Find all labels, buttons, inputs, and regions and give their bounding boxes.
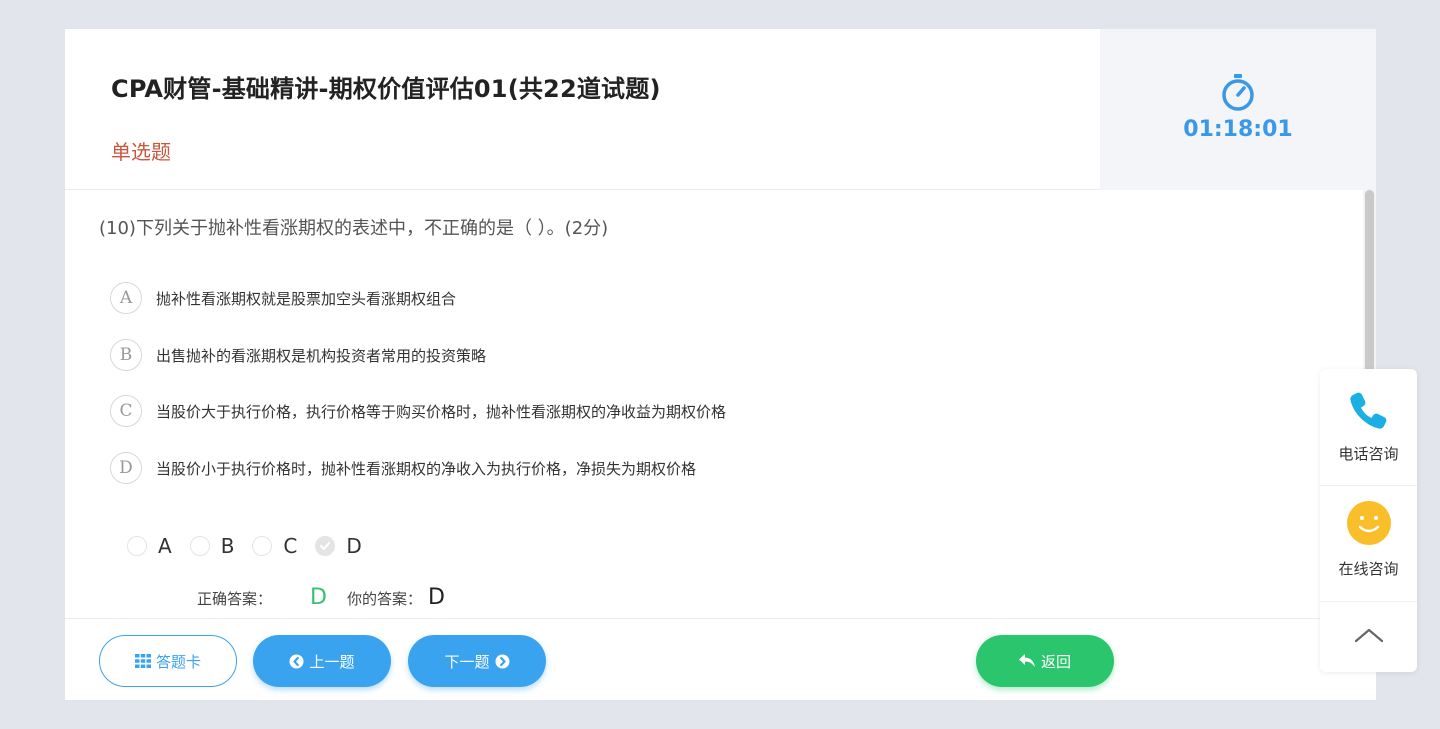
answer-card-label: 答题卡 [155,652,201,671]
option-c: C 当股价大于执行价格，执行价格等于购买价格时，抛补性看涨期权的净收益为期权价格 [110,395,726,427]
option-d: D 当股价小于执行价格时，抛补性看涨期权的净收入为执行价格，净损失为期权价格 [110,452,696,484]
radio-button-checked[interactable] [315,536,336,556]
exam-card: CPA财管-基础精讲-期权价值评估01(共22道试题) 单选题 01:18:01… [65,29,1376,700]
choice-label: A [158,534,172,558]
option-letter: A [110,282,142,314]
choice-b[interactable]: B [189,534,235,558]
online-consult-label: 在线咨询 [1338,560,1399,578]
your-answer-label: 你的答案： [346,590,422,608]
option-letter: D [110,452,142,484]
choice-d[interactable]: D [315,534,362,558]
timer-display: 01:18:01 [1183,117,1293,142]
option-text: 当股价大于执行价格，执行价格等于购买价格时，抛补性看涨期权的净收益为期权价格 [156,402,727,421]
divider [1320,601,1417,602]
choice-c[interactable]: C [252,534,297,558]
check-icon [320,542,331,550]
footer-bar: 答题卡 上一题 下一题 返回 [65,618,1376,700]
exam-title: CPA财管-基础精讲-期权价值评估01(共22道试题) [111,75,661,103]
smiley-icon [1346,500,1392,550]
correct-answer-label: 正确答案： [197,590,273,608]
answer-choices: A B C D [127,534,380,558]
prev-question-button[interactable]: 上一题 [253,635,391,687]
correct-answer-value: D [310,585,327,610]
option-text: 抛补性看涨期权就是股票加空头看涨期权组合 [156,289,457,308]
radio-button[interactable] [189,536,210,556]
your-answer-value: D [427,585,445,610]
chevron-up-icon [1354,627,1384,647]
online-consult-button[interactable]: 在线咨询 [1320,500,1417,579]
choice-label: B [220,534,235,558]
prev-question-label: 上一题 [309,652,355,671]
return-button[interactable]: 返回 [976,635,1114,687]
radio-button[interactable] [252,536,273,556]
option-b: B 出售抛补的看涨期权是机构投资者常用的投资策略 [110,339,486,371]
choice-label: C [283,534,298,558]
option-a: A 抛补性看涨期权就是股票加空头看涨期权组合 [110,282,456,314]
choice-a[interactable]: A [127,534,172,558]
reply-arrow-icon [1018,654,1036,668]
option-letter: C [110,395,142,427]
next-question-label: 下一题 [444,652,490,671]
back-to-top-button[interactable] [1320,627,1417,647]
chevron-left-circle-icon [289,654,304,669]
option-text: 出售抛补的看涨期权是机构投资者常用的投资策略 [156,346,487,365]
grid-icon [134,654,151,668]
choice-label: D [346,534,362,558]
stopwatch-icon [1220,73,1256,113]
phone-icon [1348,389,1390,435]
phone-consult-label: 电话咨询 [1338,445,1399,463]
question-body: (10)下列关于抛补性看涨期权的表述中，不正确的是（ ）。(2分) A 抛补性看… [65,190,1376,618]
answer-result: 正确答案： D 你的答案： D [197,585,445,610]
chevron-right-circle-icon [495,654,510,669]
answer-card-button[interactable]: 答题卡 [99,635,237,687]
option-text: 当股价小于执行价格时，抛补性看涨期权的净收入为执行价格，净损失为期权价格 [156,459,697,478]
exam-header: CPA财管-基础精讲-期权价值评估01(共22道试题) 单选题 01:18:01 [65,29,1376,190]
divider [1320,485,1417,486]
timer-panel: 01:18:01 [1100,29,1376,190]
phone-consult-button[interactable]: 电话咨询 [1320,389,1417,464]
consult-side-panel: 电话咨询 在线咨询 [1320,369,1417,672]
question-text: (10)下列关于抛补性看涨期权的表述中，不正确的是（ ）。(2分) [99,218,609,239]
question-type-label: 单选题 [111,140,171,164]
next-question-button[interactable]: 下一题 [408,635,546,687]
radio-button[interactable] [127,536,147,556]
option-letter: B [110,339,142,371]
return-label: 返回 [1040,652,1071,671]
